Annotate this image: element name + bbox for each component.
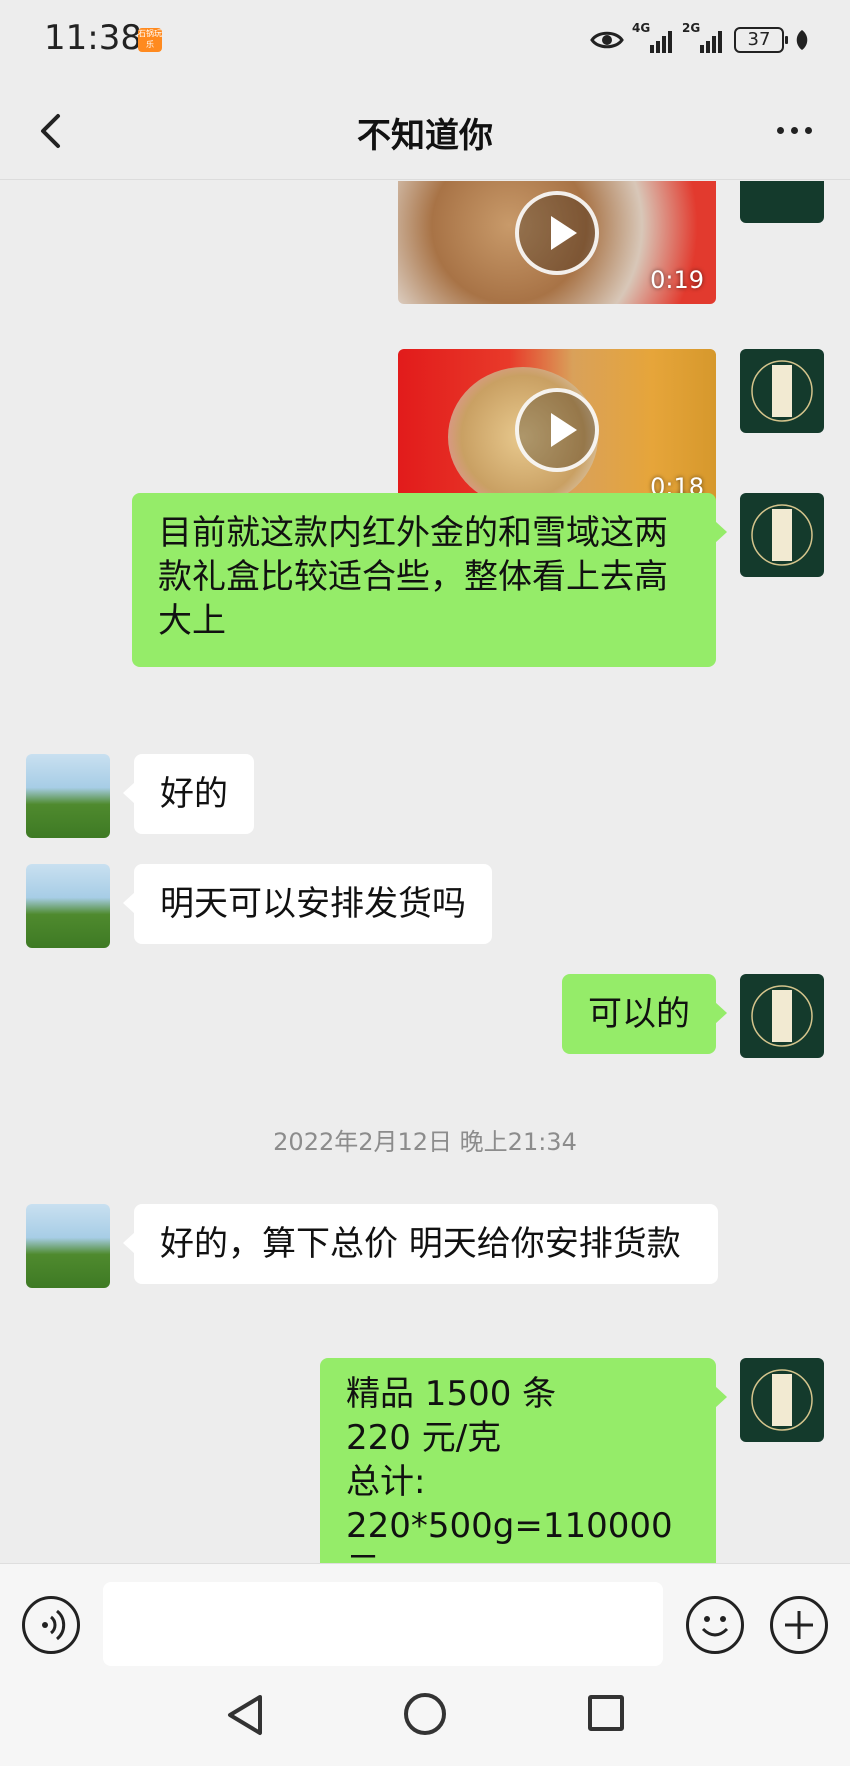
avatar[interactable] [26,864,110,948]
nav-back-icon[interactable] [224,1693,268,1737]
message-line: 220*500g=110000 元 [346,1506,673,1563]
plus-icon [785,1611,813,1639]
more-dots-icon [776,126,784,134]
message-text: 明天可以安排发货吗 [160,884,466,924]
nav-home-icon[interactable] [404,1693,446,1735]
chat-title: 不知道你 [357,116,493,156]
video-message[interactable]: 0:19 [398,181,716,304]
avatar[interactable] [740,493,824,577]
message-text: 目前就这款内红外金的和雪域这两款礼盒比较适合些，整体看上去高大上 [158,513,668,641]
emoji-icon [701,1616,729,1637]
message-line: 220 元/克 [346,1418,502,1458]
chat-header: 不知道你 [0,80,850,180]
brand-logo-icon [751,985,813,1047]
message-input[interactable] [103,1582,663,1666]
play-icon [515,190,599,275]
message-bubble-peer[interactable]: 明天可以安排发货吗 [123,864,492,944]
input-bar [0,1563,850,1671]
signal-4g-icon: 4G [632,21,674,53]
play-icon [515,388,599,472]
avatar[interactable] [740,974,824,1058]
brand-logo-icon [751,1369,813,1431]
avatar[interactable] [740,181,824,223]
battery-icon: 37 [734,27,788,53]
message-line: 精品 1500 条 [346,1374,557,1414]
video-duration: 0:19 [650,266,704,294]
eye-icon [590,31,624,49]
avatar[interactable] [740,1358,824,1442]
leaf-icon [796,30,808,50]
net-type-1: 4G [632,21,651,35]
message-text: 好的 [160,774,228,814]
system-nav-bar [0,1671,850,1766]
plus-button[interactable] [770,1596,828,1654]
emoji-button[interactable] [686,1596,744,1654]
brand-logo-icon [751,360,813,422]
message-timestamp: 2022年2月12日 晚上21:34 [273,1128,577,1156]
message-text: 可以的 [588,994,690,1034]
brand-logo-icon [751,504,813,566]
message-line: 总计: [346,1462,426,1502]
video-message[interactable]: 0:18 [398,349,716,511]
voice-button[interactable] [22,1596,80,1654]
message-bubble-peer[interactable]: 好的 [123,754,254,834]
nav-recent-icon[interactable] [588,1695,624,1731]
avatar[interactable] [740,349,824,433]
app-notification-badge: 石锅玩乐 [138,28,162,52]
voice-icon [42,1609,66,1641]
message-bubble-self[interactable]: 可以的 [562,974,727,1054]
message-bubble-peer[interactable]: 好的，算下总价 明天给你安排货款 [123,1204,718,1284]
status-icons: 4G 2G 37 [590,20,810,60]
net-type-2: 2G [682,21,701,35]
message-text: 好的，算下总价 明天给你安排货款 [160,1224,681,1264]
message-bubble-self[interactable]: 精品 1500 条 220 元/克 总计: 220*500g=110000 元 [320,1358,727,1563]
avatar[interactable] [26,754,110,838]
message-list[interactable]: 0:19 0:18 目前就这款内红外金的和雪域这两款礼盒比较适合些，整体看上去高… [0,181,850,1563]
status-time: 11:38 [44,18,142,58]
signal-2g-icon: 2G [682,21,724,53]
status-bar: 11:38 石锅玩乐 4G 2G 37 [0,0,850,80]
message-bubble-self[interactable]: 目前就这款内红外金的和雪域这两款礼盒比较适合些，整体看上去高大上 [132,493,727,667]
avatar[interactable] [26,1204,110,1288]
more-button[interactable] [764,110,824,150]
